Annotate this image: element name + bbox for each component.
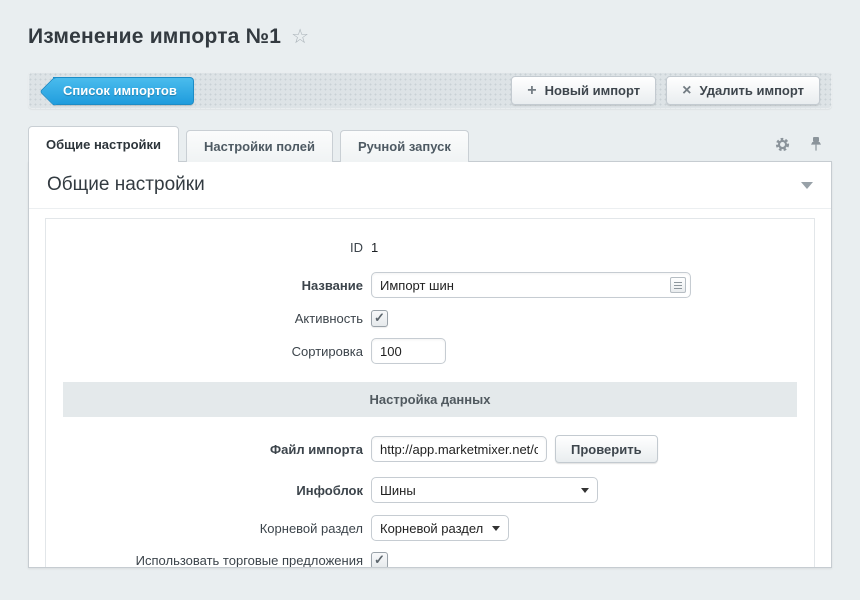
tab-label: Ручной запуск [358,139,451,154]
form-row-root-section: Корневой раздел Корневой раздел [46,515,814,541]
delete-import-label: Удалить импорт [699,83,804,98]
gear-icon[interactable] [775,137,790,152]
data-settings-title: Настройка данных [370,392,491,407]
plus-icon: + [527,83,536,99]
iblock-label: Инфоблок [46,483,371,498]
tab-bar-icons [775,136,822,152]
general-settings-form: ID 1 Название Активность Сортировка Наст… [45,218,815,568]
form-row-name: Название [46,272,814,298]
id-value: 1 [371,240,378,255]
tab-manual-run[interactable]: Ручной запуск [340,130,469,162]
page: Изменение импорта №1 ☆ Список импортов +… [0,0,860,568]
toolbar-right-group: + Новый импорт × Удалить импорт [511,76,820,105]
panel-header: Общие настройки [29,162,831,209]
tab-field-settings[interactable]: Настройки полей [186,130,333,162]
form-row-iblock: Инфоблок Шины [46,477,814,503]
back-to-list-label: Список импортов [63,83,177,98]
name-input[interactable] [371,272,691,298]
offers-checkbox[interactable] [371,552,388,568]
file-label: Файл импорта [46,442,371,457]
collapse-arrow-icon[interactable] [801,182,813,189]
tab-label: Настройки полей [204,139,315,154]
tab-general-settings[interactable]: Общие настройки [28,126,179,162]
name-field-wrap [371,272,691,298]
tab-label: Общие настройки [46,137,161,152]
form-row-sort: Сортировка [46,338,814,364]
new-import-label: Новый импорт [545,83,641,98]
import-file-input[interactable] [371,436,547,462]
page-title: Изменение импорта №1 [28,25,281,49]
panel-section-title: Общие настройки [47,174,205,196]
new-import-button[interactable]: + Новый импорт [511,76,656,105]
delete-import-button[interactable]: × Удалить импорт [666,76,820,105]
settings-panel: Общие настройки ID 1 Название Активность [28,161,832,568]
close-icon: × [682,83,691,99]
iblock-select-wrap: Шины [371,477,598,503]
title-row: Изменение импорта №1 ☆ [28,0,832,49]
root-section-select[interactable]: Корневой раздел [371,515,509,541]
id-label: ID [46,240,371,255]
offers-label: Использовать торговые предложения [46,553,371,568]
sort-input[interactable] [371,338,446,364]
sort-label: Сортировка [46,344,371,359]
root-section-select-wrap: Корневой раздел [371,515,509,541]
check-file-label: Проверить [571,442,642,457]
favorite-star-icon[interactable]: ☆ [291,27,309,47]
root-section-label: Корневой раздел [46,521,371,536]
tab-bar: Общие настройки Настройки полей Ручной з… [28,125,832,161]
active-checkbox[interactable] [371,310,388,327]
iblock-select[interactable]: Шины [371,477,598,503]
data-settings-section-bar: Настройка данных [63,382,797,417]
pin-icon[interactable] [810,136,822,152]
form-row-file: Файл импорта Проверить [46,435,814,463]
input-expand-icon[interactable] [670,277,686,293]
active-label: Активность [46,311,371,326]
back-to-list-button[interactable]: Список импортов [53,77,194,105]
name-label: Название [46,278,371,293]
check-file-button[interactable]: Проверить [555,435,658,463]
form-row-offers: Использовать торговые предложения [46,552,814,568]
toolbar: Список импортов + Новый импорт × Удалить… [28,72,832,109]
form-row-active: Активность [46,310,814,327]
form-row-id: ID 1 [46,239,814,256]
